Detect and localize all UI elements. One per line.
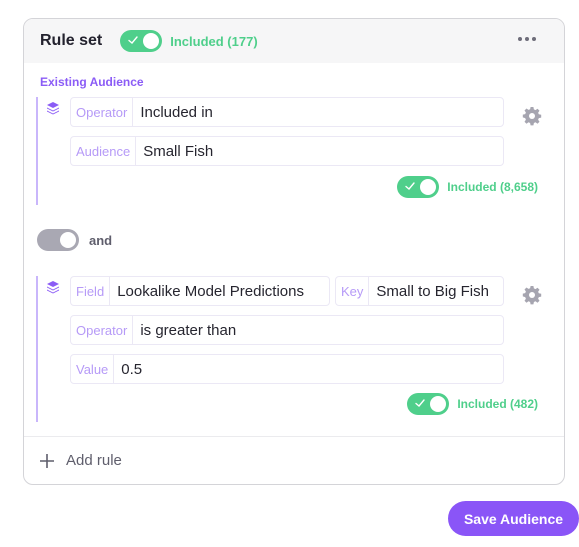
existing-audience-count-row: Included (8,658): [397, 176, 538, 198]
field-select-label: Field: [71, 277, 111, 305]
rule-set-included-count: Included (177): [170, 33, 258, 49]
gear-icon[interactable]: [522, 106, 542, 126]
check-icon: [405, 182, 415, 190]
operator-field-value: Included in: [140, 103, 213, 121]
field-rule-included-count: Included (482): [457, 397, 538, 411]
add-rule-label: Add rule: [66, 452, 122, 469]
field-select[interactable]: Field Lookalike Model Predictions: [70, 276, 330, 306]
add-rule-button[interactable]: Add rule: [24, 436, 564, 484]
rule-set-card: Rule set Included (177) Existing Audienc…: [23, 18, 565, 485]
toggle-knob: [420, 179, 437, 195]
operator-select[interactable]: Operator is greater than: [70, 315, 504, 345]
operator-field[interactable]: Operator Included in: [70, 97, 504, 127]
existing-audience-included-count: Included (8,658): [447, 180, 538, 194]
existing-audience-rule: Operator Included in Audience Small Fish…: [36, 97, 542, 205]
combinator-label: and: [89, 232, 113, 248]
audience-field-label: Audience: [71, 137, 137, 165]
rule-set-toggle[interactable]: [120, 30, 163, 52]
check-icon: [128, 36, 138, 44]
value-input-value: 0.5: [121, 360, 143, 378]
check-icon: [415, 399, 426, 407]
audience-field-value: Small Fish: [143, 142, 214, 160]
plus-icon: [40, 453, 54, 468]
field-select-value: Lookalike Model Predictions: [117, 282, 304, 300]
operator-select-value: is greater than: [140, 321, 237, 339]
save-audience-button[interactable]: Save Audience: [448, 501, 579, 536]
key-select[interactable]: Key Small to Big Fish: [335, 276, 504, 306]
layers-icon: [47, 281, 59, 294]
field-rule-toggle[interactable]: [407, 393, 450, 415]
value-input[interactable]: Value 0.5: [70, 354, 504, 384]
operator-field-label: Operator: [71, 98, 134, 126]
toggle-knob: [143, 33, 160, 49]
field-rule: Field Lookalike Model Predictions Key Sm…: [36, 276, 542, 422]
existing-audience-label: Existing Audience: [40, 75, 144, 89]
and-or-toggle[interactable]: [37, 229, 79, 251]
rule-set-header: Rule set Included (177): [24, 19, 564, 63]
gear-icon[interactable]: [522, 285, 542, 305]
operator-select-label: Operator: [71, 316, 134, 344]
toggle-knob: [60, 232, 76, 248]
layers-icon: [47, 102, 59, 115]
value-input-label: Value: [71, 355, 115, 383]
field-rule-count-row: Included (482): [407, 393, 538, 415]
key-select-label: Key: [336, 277, 370, 305]
rule-set-title: Rule set: [40, 32, 103, 49]
ellipsis-icon: [518, 37, 522, 41]
toggle-knob: [430, 396, 447, 412]
key-select-value: Small to Big Fish: [376, 282, 489, 300]
combinator-row: and: [37, 229, 112, 251]
more-options-button[interactable]: [518, 37, 536, 41]
existing-audience-toggle[interactable]: [397, 176, 440, 198]
audience-field[interactable]: Audience Small Fish: [70, 136, 504, 166]
